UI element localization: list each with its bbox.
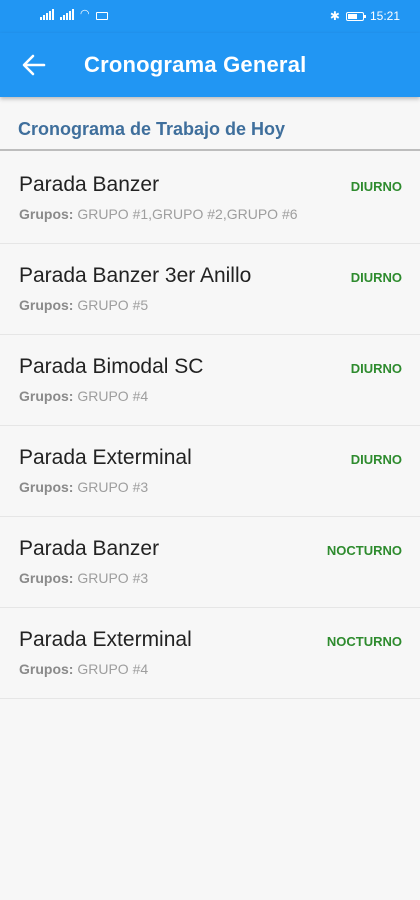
screen-icon — [95, 12, 108, 20]
battery-icon — [345, 11, 366, 21]
groups-value: GRUPO #4 — [77, 661, 149, 677]
item-title: Parada Banzer — [19, 173, 160, 196]
item-title: Parada Exterminal — [19, 628, 192, 651]
signal-icon-2 — [60, 9, 74, 20]
groups-value: GRUPO #3 — [77, 479, 149, 495]
section-title: Cronograma de Trabajo de Hoy — [18, 119, 286, 139]
item-groups: Grupos: GRUPO #5 — [19, 297, 148, 313]
page-title: Cronograma General — [84, 52, 307, 77]
schedule-list: Parada Banzer DIURNO Grupos: GRUPO #1,GR… — [0, 153, 420, 699]
status-icons-left: ◠ — [40, 9, 108, 20]
item-groups: Grupos: GRUPO #4 — [19, 388, 148, 404]
groups-label: Grupos: — [19, 388, 74, 404]
groups-value: GRUPO #3 — [77, 570, 149, 586]
shift-badge: NOCTURNO — [326, 543, 402, 558]
item-groups: Grupos: GRUPO #3 — [19, 570, 148, 586]
groups-value: GRUPO #4 — [77, 388, 149, 404]
groups-label: Grupos: — [19, 297, 74, 313]
groups-value: GRUPO #5 — [77, 297, 149, 313]
item-groups: Grupos: GRUPO #4 — [19, 661, 148, 677]
groups-label: Grupos: — [19, 206, 74, 222]
groups-label: Grupos: — [19, 661, 74, 677]
item-groups: Grupos: GRUPO #3 — [19, 479, 148, 495]
list-item[interactable]: Parada Exterminal DIURNO Grupos: GRUPO #… — [0, 426, 420, 517]
list-item[interactable]: Parada Banzer 3er Anillo DIURNO Grupos: … — [0, 244, 420, 335]
shift-badge: DIURNO — [350, 270, 402, 285]
app-bar: Cronograma General — [0, 33, 420, 97]
groups-label: Grupos: — [19, 479, 74, 495]
item-title: Parada Bimodal SC — [19, 355, 204, 378]
shift-badge: DIURNO — [350, 361, 402, 376]
shift-badge: DIURNO — [350, 452, 402, 467]
section-header: Cronograma de Trabajo de Hoy — [0, 97, 420, 151]
groups-value: GRUPO #1,GRUPO #2,GRUPO #6 — [77, 206, 298, 222]
list-item[interactable]: Parada Exterminal NOCTURNO Grupos: GRUPO… — [0, 608, 420, 699]
list-item[interactable]: Parada Banzer NOCTURNO Grupos: GRUPO #3 — [0, 517, 420, 608]
list-item[interactable]: Parada Bimodal SC DIURNO Grupos: GRUPO #… — [0, 335, 420, 426]
status-time: 15:21 — [369, 9, 400, 23]
shift-badge: NOCTURNO — [326, 634, 402, 649]
wifi-icon: ◠ — [80, 8, 90, 20]
status-bar: ◠ ✱ 15:21 — [0, 0, 420, 33]
status-icons-right: ✱ 15:21 — [330, 9, 400, 23]
signal-icon — [40, 9, 54, 20]
arrow-back-icon — [22, 54, 46, 76]
shift-badge: DIURNO — [350, 179, 402, 194]
back-button[interactable] — [14, 45, 54, 85]
item-title: Parada Banzer 3er Anillo — [19, 264, 252, 287]
bluetooth-icon: ✱ — [329, 9, 340, 23]
item-groups: Grupos: GRUPO #1,GRUPO #2,GRUPO #6 — [19, 206, 298, 222]
groups-label: Grupos: — [19, 570, 74, 586]
list-item[interactable]: Parada Banzer DIURNO Grupos: GRUPO #1,GR… — [0, 153, 420, 244]
item-title: Parada Exterminal — [19, 446, 192, 469]
item-title: Parada Banzer — [19, 537, 160, 560]
